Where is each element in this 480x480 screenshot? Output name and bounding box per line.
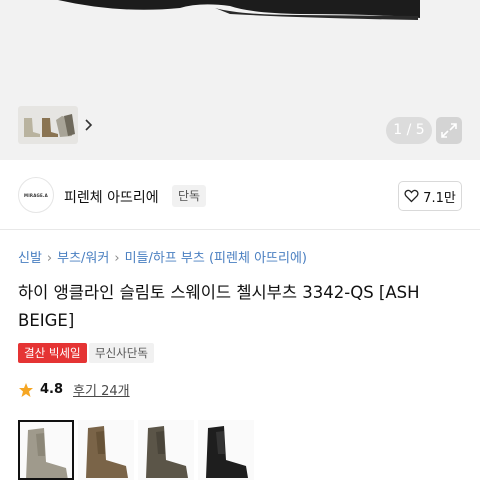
breadcrumb-separator: › xyxy=(114,251,120,266)
review-count-link[interactable]: 후기 24개 xyxy=(73,380,130,399)
section-divider xyxy=(0,229,480,230)
heart-outline-icon xyxy=(404,189,419,203)
color-option-dark-olive[interactable] xyxy=(138,420,194,480)
expand-icon xyxy=(441,123,457,138)
product-title: 하이 앵클라인 슬림토 스웨이드 첼시부츠 3342-QS [ASH BEIGE… xyxy=(18,283,420,330)
like-count: 7.1만 xyxy=(423,190,456,206)
boot-ash-beige-icon xyxy=(26,428,68,478)
breadcrumb-item-middle-half-boots[interactable]: 미들/하프 부츠 xyxy=(125,251,205,266)
gallery-thumbnail[interactable] xyxy=(18,106,78,144)
exclusive-badge: 단독 xyxy=(172,185,207,207)
boots-thumbnail-icon xyxy=(24,114,75,137)
brand-logo[interactable]: MIRAGE.A xyxy=(18,177,54,213)
color-option-ash-beige[interactable] xyxy=(18,420,74,480)
breadcrumb-item-brand[interactable]: (피렌체 아뜨리에) xyxy=(209,251,307,266)
image-counter: 1 / 5 xyxy=(386,117,432,144)
breadcrumb-item-boots[interactable]: 부츠/워커 xyxy=(57,251,109,266)
rating-row: 4.8 후기 24개 xyxy=(18,380,130,399)
brand-name[interactable]: 피렌체 아뜨리에 xyxy=(64,187,159,207)
chevron-right-icon[interactable] xyxy=(82,114,96,136)
rating-score: 4.8 xyxy=(40,382,64,397)
product-image xyxy=(58,0,420,20)
breadcrumb-item-shoes[interactable]: 신발 xyxy=(18,251,42,266)
boot-brown-icon xyxy=(86,426,128,478)
breadcrumb: 신발 › 부츠/워커 › 미들/하프 부츠 (피렌체 아뜨리에) xyxy=(18,247,307,266)
color-option-black[interactable] xyxy=(198,420,254,480)
breadcrumb-separator: › xyxy=(46,251,53,266)
sale-tag: 결산 빅세일 xyxy=(18,343,87,363)
color-options xyxy=(18,420,258,480)
color-option-brown[interactable] xyxy=(78,420,134,480)
product-image-gallery[interactable]: 1 / 5 xyxy=(0,0,480,160)
brand-logo-text: MIRAGE.A xyxy=(24,192,48,198)
boot-dark-olive-icon xyxy=(146,426,188,478)
like-button[interactable]: 7.1만 xyxy=(398,181,462,211)
expand-button[interactable] xyxy=(436,117,462,144)
exclusive-tag: 무신사단독 xyxy=(89,343,154,363)
star-icon xyxy=(19,382,33,397)
boot-black-icon xyxy=(206,426,248,478)
